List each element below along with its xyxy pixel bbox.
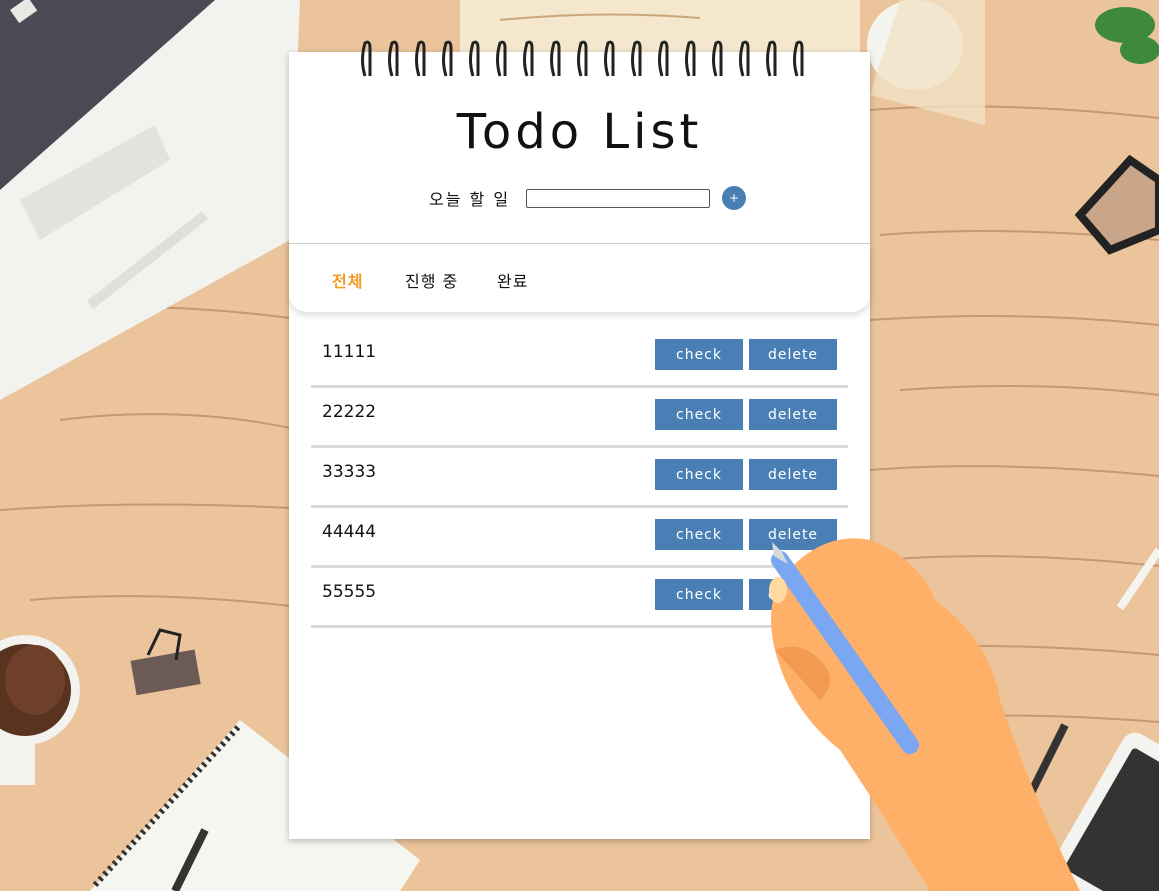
add-todo-button[interactable]: +	[722, 186, 747, 210]
tab-all[interactable]: 전체	[332, 268, 363, 292]
check-button[interactable]: check	[655, 579, 743, 610]
header-section: Todo List 오늘 할 일 +	[289, 52, 870, 244]
delete-button[interactable]: delete	[749, 459, 837, 490]
todo-text: 55555	[322, 582, 377, 602]
todo-text: 33333	[322, 462, 377, 482]
delete-button[interactable]: delete	[749, 399, 837, 430]
check-button[interactable]: check	[655, 459, 743, 490]
todo-text: 11111	[322, 342, 377, 362]
check-button[interactable]: check	[655, 519, 743, 550]
delete-button[interactable]: delete	[749, 339, 837, 370]
add-todo-row: 오늘 할 일 +	[429, 185, 747, 211]
todo-input-label: 오늘 할 일	[429, 190, 511, 209]
tab-in-progress[interactable]: 진행 중	[405, 268, 458, 292]
filter-tabs: 전체 진행 중 완료	[289, 244, 870, 312]
spiral-binding-icon	[361, 40, 804, 77]
todo-item: 33333 check delete	[311, 448, 848, 508]
todo-input[interactable]	[526, 188, 711, 208]
check-button[interactable]: check	[655, 399, 743, 430]
check-button[interactable]: check	[655, 339, 743, 370]
hand-with-pen-illustration	[769, 538, 1080, 891]
app-title: Todo List	[456, 104, 703, 160]
todo-item: 11111 check delete	[311, 328, 848, 388]
todo-text: 22222	[322, 402, 377, 422]
todo-text: 44444	[322, 522, 377, 542]
tab-completed[interactable]: 완료	[497, 268, 528, 292]
todo-item: 22222 check delete	[311, 388, 848, 448]
